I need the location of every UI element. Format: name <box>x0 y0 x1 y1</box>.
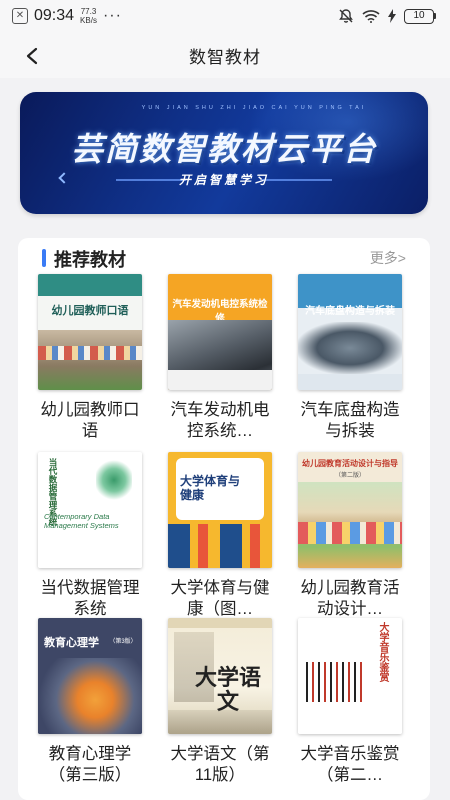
book-cover: 教育心理学 （第3版） <box>38 618 142 734</box>
book-cover: 大学语文 <box>168 618 272 734</box>
more-link[interactable]: 更多> <box>370 248 406 268</box>
page-title: 数智教材 <box>189 47 261 67</box>
book-item[interactable]: 大学体育与健康 大学体育与健康（图… <box>166 452 274 620</box>
book-item[interactable]: 汽车底盘构造与拆装 汽车底盘构造与拆装 <box>296 274 404 442</box>
recommended-books-card: 推荐教材 更多> 幼儿园教师口语 幼儿园教师口语 汽车发动机电控系统检修 汽车发… <box>18 238 430 800</box>
close-box-icon: ✕ <box>12 8 28 24</box>
more-dots-icon: ··· <box>102 7 122 24</box>
book-cover: 汽车发动机电控系统检修 <box>168 274 272 390</box>
book-title: 大学语文（第11版） <box>170 745 270 784</box>
book-title: 汽车发动机电控系统… <box>170 401 270 440</box>
section-title: 推荐教材 <box>54 250 126 270</box>
status-bar: ✕ 09:34 77.3 KB/s ··· 10 <box>0 0 450 32</box>
banner-title: 芸简数智教材云平台 <box>70 131 377 167</box>
wifi-icon <box>362 10 380 23</box>
book-title: 汽车底盘构造与拆装 <box>300 401 400 440</box>
banner-subtitle: 开启智慧学习 <box>178 173 269 187</box>
book-item[interactable]: 大学音乐鉴赏 大学音乐鉴赏（第二… <box>296 618 404 786</box>
book-cover: 幼儿园教育活动设计与指导 （第二版） <box>298 452 402 568</box>
back-button[interactable] <box>18 42 46 70</box>
platform-banner[interactable]: YUN JIAN SHU ZHI JIAO CAI YUN PING TAI 芸… <box>20 92 428 214</box>
book-title: 大学体育与健康（图… <box>170 579 270 618</box>
book-title: 大学音乐鉴赏（第二… <box>300 745 400 784</box>
book-item[interactable]: 幼儿园教师口语 幼儿园教师口语 <box>36 274 144 442</box>
book-item[interactable]: 幼儿园教育活动设计与指导 （第二版） 幼儿园教育活动设计… <box>296 452 404 620</box>
banner-pinyin: YUN JIAN SHU ZHI JIAO CAI YUN PING TAI <box>141 105 367 111</box>
book-cover: 幼儿园教师口语 <box>38 274 142 390</box>
book-title: 幼儿园教育活动设计… <box>300 579 400 618</box>
battery-icon: 10 <box>404 8 436 24</box>
book-item[interactable]: 当代数据管理系统 Contemporary Data Management Sy… <box>36 452 144 620</box>
book-cover: 汽车底盘构造与拆装 <box>298 274 402 390</box>
charging-bolt-icon <box>388 9 396 23</box>
book-title: 当代数据管理系统 <box>40 579 140 618</box>
section-header: 推荐教材 更多> <box>18 244 430 270</box>
section-accent-bar <box>42 249 46 267</box>
book-title: 教育心理学（第三版） <box>48 745 132 784</box>
status-time: 09:34 <box>34 7 75 24</box>
mute-bell-icon <box>339 9 353 23</box>
book-item[interactable]: 大学语文 大学语文（第11版） <box>166 618 274 786</box>
book-cover: 大学体育与健康 <box>168 452 272 568</box>
book-cover: 当代数据管理系统 Contemporary Data Management Sy… <box>38 452 142 568</box>
book-item[interactable]: 汽车发动机电控系统检修 汽车发动机电控系统… <box>166 274 274 442</box>
book-item[interactable]: 教育心理学 （第3版） 教育心理学（第三版） <box>36 618 144 786</box>
book-cover: 大学音乐鉴赏 <box>298 618 402 734</box>
network-speed: 77.3 KB/s <box>80 7 97 25</box>
chevron-left-icon <box>26 47 38 65</box>
book-title: 幼儿园教师口语 <box>40 401 140 440</box>
nav-bar: 数智教材 <box>0 32 450 78</box>
